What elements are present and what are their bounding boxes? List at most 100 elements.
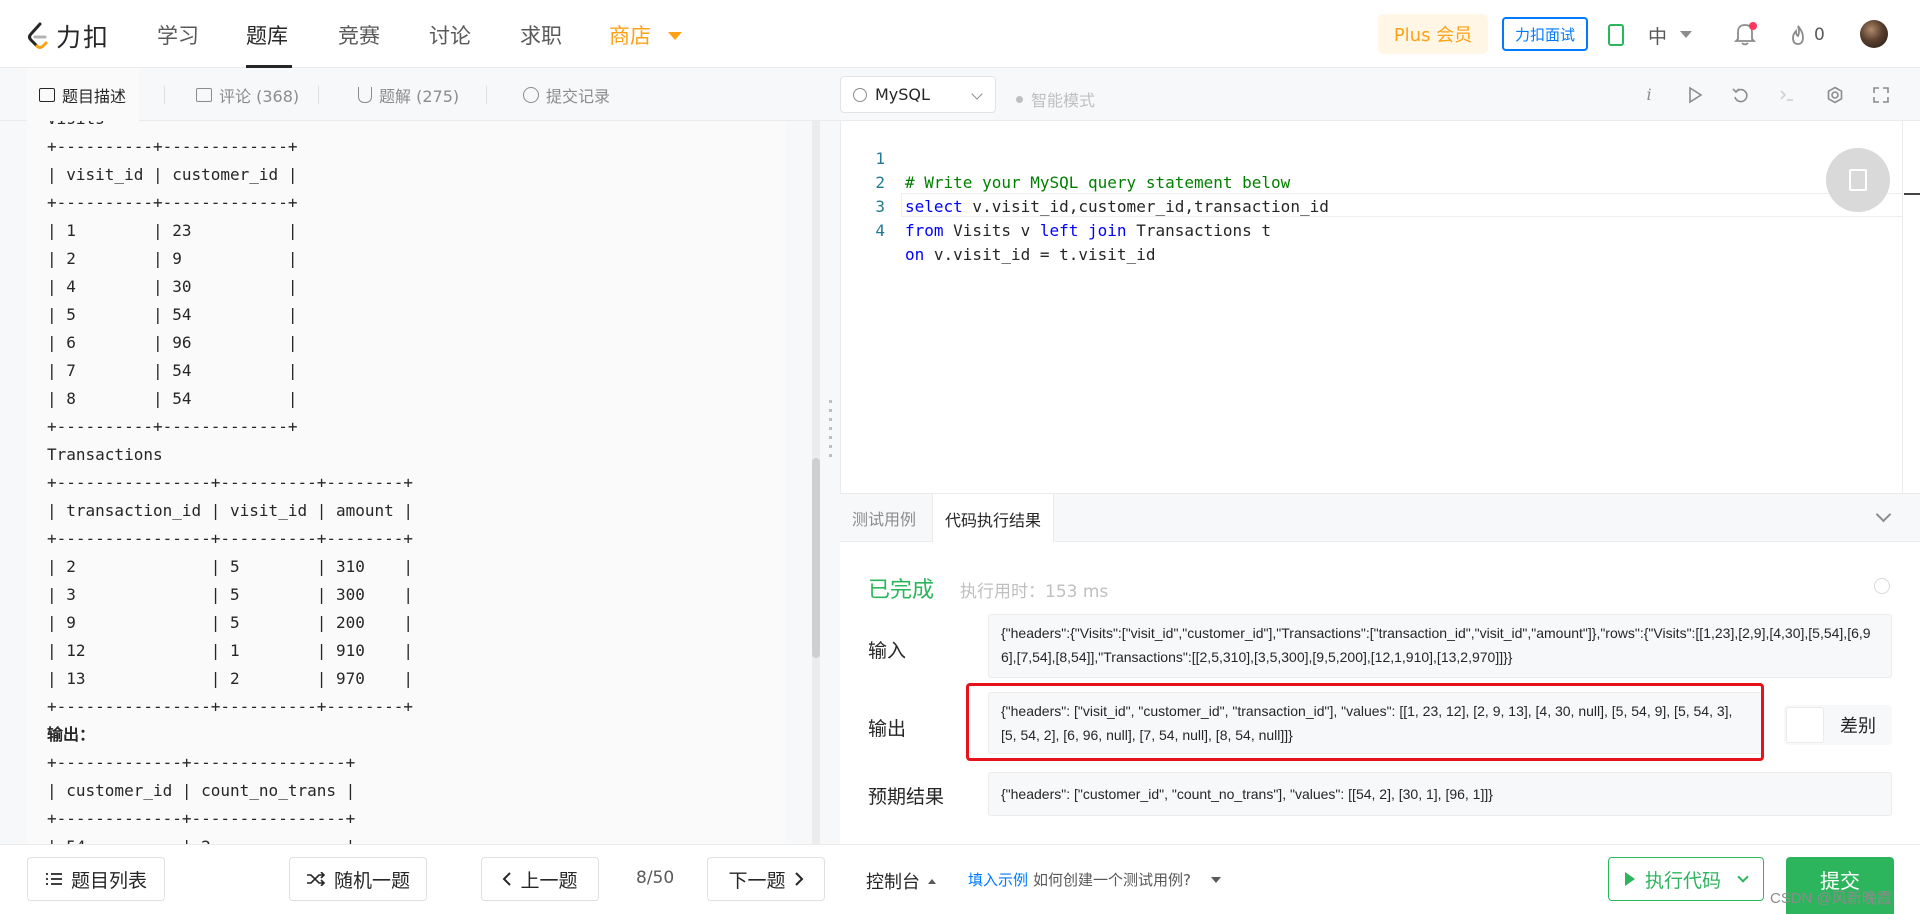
nav-contest[interactable]: 竞赛 (338, 20, 380, 50)
code-text: Transactions t (1126, 221, 1272, 240)
top-navbar: 力扣 学习 题库 竞赛 讨论 求职 商店 Plus 会员 力扣面试 中 0 (0, 0, 1920, 68)
editor-scrollbar[interactable] (1902, 121, 1920, 493)
tab-divider (318, 86, 319, 104)
problem-text-line: | 6 | 96 | (47, 333, 298, 352)
fullscreen-icon[interactable] (1872, 86, 1890, 104)
prev-problem-button[interactable]: 上一题 (481, 857, 599, 901)
code-line[interactable]: 4 on v.visit_id = t.visit_id (841, 195, 1155, 264)
leetcode-logo[interactable]: 力扣 (26, 18, 110, 54)
problem-text-line: +----------------+----------+--------+ (47, 529, 414, 548)
problem-example-text: Visits +----------+-------------+ | visit_… (47, 121, 413, 844)
run-code-button[interactable]: 执行代码 (1608, 857, 1764, 901)
code-keyword: left join (1039, 221, 1127, 240)
caret-down-icon[interactable] (1211, 877, 1221, 883)
expected-value: {"headers": ["customer_id", "count_no_tr… (988, 772, 1892, 816)
info-italic-icon[interactable]: i (1640, 86, 1658, 104)
info-icon (853, 87, 867, 102)
tab-submissions-label: 提交记录 (546, 86, 611, 106)
problem-text-line: | 9 | 5 | 200 | (47, 613, 414, 632)
run-code-label: 执行代码 (1645, 869, 1722, 892)
scrollbar-cursor-marker (1904, 193, 1920, 195)
random-problem-button[interactable]: 随机一题 (289, 857, 427, 901)
chevron-left-icon (503, 872, 512, 886)
problem-text-line: +-------------+----------------+ (47, 753, 356, 772)
problem-text-line: +----------------+----------+--------+ (47, 473, 414, 492)
problem-text-line: +----------+-------------+ (47, 193, 298, 212)
nav-store[interactable]: 商店 (609, 20, 651, 50)
problem-text-line: | 12 | 1 | 910 | (47, 641, 414, 660)
smart-mode-dot (1016, 95, 1023, 103)
code-keyword: select (905, 197, 963, 216)
panel-resize-handle[interactable] (829, 400, 832, 460)
shuffle-icon (306, 872, 326, 886)
problem-text-line: | transaction_id | visit_id | amount | (47, 501, 414, 520)
problem-text-line: | 2 | 9 | (47, 249, 298, 268)
console-toggle[interactable]: 控制台 (866, 868, 936, 894)
tab-submissions[interactable]: 提交记录 (523, 68, 610, 121)
run-play-icon[interactable] (1686, 86, 1704, 104)
line-number: 4 (875, 221, 885, 240)
terminal-icon[interactable] (1778, 86, 1796, 104)
list-icon (45, 873, 62, 885)
input-value: {"headers":{"Visits":["visit_id","custom… (988, 614, 1892, 678)
nav-learn[interactable]: 学习 (157, 20, 199, 50)
diff-toggle[interactable]: 差别 (1784, 705, 1892, 745)
problem-list-label: 题目列表 (70, 869, 147, 892)
problem-text-line: | 1 | 23 | (47, 221, 298, 240)
tab-description-label: 题目描述 (62, 86, 127, 106)
sub-toolbar: 题目描述 评论 (368) 题解 (275) 提交记录 MySQL 智能模式 i (0, 68, 1920, 121)
tab-testcase[interactable]: 测试用例 (840, 494, 928, 542)
next-problem-label: 下一题 (728, 869, 786, 892)
how-create-testcase-link[interactable]: 如何创建一个测试用例? (1033, 869, 1191, 890)
problem-text-line: +-------------+----------------+ (47, 809, 356, 828)
interview-button[interactable]: 力扣面试 (1502, 17, 1588, 51)
diff-checkbox[interactable] (1786, 707, 1824, 743)
code-line[interactable]: 3 from Visits v left join Transactions t (841, 171, 1271, 240)
description-icon (39, 87, 55, 102)
tab-comments[interactable]: 评论 (368) (196, 68, 299, 121)
plus-member-button[interactable]: Plus 会员 (1378, 14, 1488, 54)
problem-list-button[interactable]: 题目列表 (27, 857, 165, 901)
mobile-app-icon[interactable] (1608, 24, 1624, 46)
next-problem-button[interactable]: 下一题 (707, 857, 825, 901)
history-clock-icon (523, 86, 539, 103)
csdn-watermark: CSDN @风新晚霞 (1770, 890, 1892, 907)
reset-icon[interactable] (1732, 86, 1750, 104)
code-line[interactable]: 2 select v.visit_id,customer_id,transact… (841, 147, 1328, 216)
nav-discuss[interactable]: 讨论 (429, 20, 471, 50)
tab-solutions-label: 题解 (275) (379, 86, 460, 106)
notes-book-button[interactable] (1826, 148, 1890, 212)
nav-problemset[interactable]: 题库 (246, 20, 288, 50)
code-text: Visits v (943, 221, 1040, 240)
left-scrollbar-thumb[interactable] (812, 458, 820, 658)
nav-jobs[interactable]: 求职 (520, 20, 562, 50)
result-tabs-bar: 测试用例 代码执行结果 (840, 493, 1920, 543)
store-caret-icon[interactable] (668, 32, 682, 40)
diff-label: 差别 (1840, 716, 1876, 737)
smart-mode-toggle[interactable]: 智能模式 (1016, 87, 1095, 111)
chevron-down-icon (1737, 871, 1749, 883)
chevron-down-icon (971, 88, 983, 100)
comment-icon (196, 87, 212, 102)
console-label: 控制台 (866, 872, 920, 893)
code-line[interactable]: 1 # Write your MySQL query statement bel… (841, 123, 1290, 192)
code-editor[interactable]: 1 # Write your MySQL query statement bel… (840, 121, 1920, 493)
language-switch[interactable]: 中 (1648, 22, 1667, 49)
code-text: v.visit_id = t.visit_id (924, 245, 1156, 264)
user-avatar[interactable] (1860, 20, 1888, 48)
code-text: v.visit_id,customer_id,transaction_id (962, 197, 1329, 216)
help-icon[interactable] (1874, 578, 1890, 594)
solution-flask-icon (358, 86, 372, 103)
notification-dot (1749, 22, 1757, 30)
problem-text-line: | 2 | 5 | 310 | (47, 557, 414, 576)
fire-streak-icon[interactable] (1788, 24, 1808, 46)
settings-gear-icon[interactable] (1826, 86, 1844, 104)
fill-example-link[interactable]: 填入示例 (968, 869, 1028, 890)
problem-text-line: 输出： (47, 725, 96, 744)
language-select[interactable]: MySQL (840, 76, 996, 113)
tab-solutions[interactable]: 题解 (275) (358, 68, 459, 121)
random-problem-label: 随机一题 (333, 869, 410, 892)
language-caret-icon[interactable] (1680, 31, 1692, 38)
tab-description[interactable]: 题目描述 (27, 68, 139, 121)
tab-run-result[interactable]: 代码执行结果 (932, 494, 1055, 543)
